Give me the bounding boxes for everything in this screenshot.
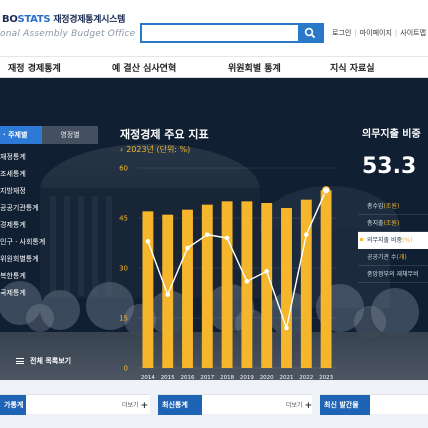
search-box[interactable] [140, 23, 324, 43]
nav-fiscal-stats[interactable]: 재정 경제통계 [8, 61, 61, 74]
chart-point [264, 269, 269, 274]
chart-bar [201, 204, 213, 368]
hero-section: · 주제별 영정별 재정통계 조세통계 지방재정 공공기관통계 경제통계 인구 … [0, 78, 428, 380]
box-statistics: 가통계 더보기 + [0, 394, 150, 415]
chart-point [304, 232, 309, 237]
indicator-item-mandatory-ratio[interactable]: 의무지출 비중(%) [358, 232, 428, 249]
box-latest-stats-title[interactable]: 최신통계 [158, 395, 202, 415]
chart-point [185, 245, 190, 251]
chevron-right-icon: › [120, 145, 124, 154]
chart-bar [221, 201, 233, 368]
chart-series-line [147, 190, 327, 331]
page-frame: BOSTATS 재정경제통계시스템 onal Assembly Budget Of… [0, 0, 428, 428]
view-all-menu-label: 전체 목록보기 [30, 357, 72, 365]
tab-by-theme[interactable]: · 주제별 [0, 126, 42, 144]
mypage-link[interactable]: 마이페이지 [360, 29, 392, 37]
nav-budget-history[interactable]: 예 결산 심사연혁 [112, 61, 176, 74]
chart-subtitle: › 2023년 (단위: %) [120, 144, 190, 155]
indicator-list: 총수입(조원) 총지출(조원) 의무지출 비중(%) 공공기관 수(개) 중앙정… [358, 198, 428, 283]
sidebar-item-local-fiscal[interactable]: 지방재정 [0, 186, 100, 203]
site-logo[interactable]: BOSTATS 재정경제통계시스템 [2, 12, 125, 25]
chart-point [284, 325, 289, 331]
indicator-title: 의무지출 비중 [362, 129, 421, 140]
search-icon [304, 27, 316, 39]
plus-icon: + [140, 401, 149, 411]
sidebar-item-committee[interactable]: 위원회별통계 [0, 254, 100, 271]
logo-stats-text: STATS [17, 14, 51, 25]
box-latest-stats-more[interactable]: 더보기 + [286, 400, 313, 411]
sidebar-item-fiscal[interactable]: 재정통계 [0, 152, 100, 169]
chart-bar [320, 190, 332, 368]
y-tick-label: 30 [119, 265, 128, 273]
bottom-section: 가통계 더보기 + 최신통계 더보기 + 최신 발간물 [0, 380, 428, 428]
y-tick-label: 15 [119, 315, 128, 323]
nav-knowledge-library[interactable]: 지식 자료실 [330, 61, 375, 74]
site-header: BOSTATS 재정경제통계시스템 onal Assembly Budget Of… [0, 0, 428, 56]
box-statistics-more[interactable]: 더보기 + [122, 400, 149, 411]
box-latest-publications: 최신 발간물 [320, 394, 428, 415]
chart-point [165, 292, 170, 297]
sidebar-item-welfare[interactable]: 복한통계 [0, 271, 100, 288]
utility-links: 로그인 | 마이페이지 | 사이트맵 [332, 29, 427, 37]
sidebar-tabs: · 주제별 영정별 [0, 126, 100, 144]
y-tick-label: 0 [124, 365, 128, 373]
box-statistics-title[interactable]: 가통계 [0, 395, 26, 415]
y-tick-label: 60 [119, 165, 128, 173]
main-navigation: 재정 경제통계 예 결산 심사연혁 위원회별 통계 지식 자료실 [0, 56, 428, 78]
sitemap-link[interactable]: 사이트맵 [400, 29, 426, 37]
indicator-value: 53.3 [362, 154, 417, 179]
sidebar-item-tax[interactable]: 조세통계 [0, 169, 100, 186]
sidebar-item-public-agency[interactable]: 공공기관통계 [0, 203, 100, 220]
indicator-item-revenue[interactable]: 총수입(조원) [358, 198, 428, 215]
indicator-item-public-agencies[interactable]: 공공기관 수(개) [358, 249, 428, 266]
chart-title: 재정경제 주요 지표 [120, 128, 209, 141]
indicator-chart: 0153045602014 2015 2016 2017 2018 2019 2020 202… [119, 165, 336, 380]
hamburger-icon [16, 358, 24, 364]
chart-bar [142, 211, 154, 368]
chart-subtitle-text: 2023년 (단위: %) [126, 145, 191, 154]
sidebar-category-list: 재정통계 조세통계 지방재정 공공기관통계 경제통계 인구 · 사회통계 위원회… [0, 152, 100, 305]
indicator-item-debt-ratio[interactable]: 중앙정부의 재채무비 [358, 266, 428, 283]
chart-bar [241, 201, 253, 368]
chart-bar [261, 203, 273, 368]
chart-point [321, 186, 331, 195]
box-latest-stats: 최신통계 더보기 + [158, 394, 313, 415]
more-label: 더보기 [286, 402, 303, 409]
logo-bo-text: BO [2, 14, 18, 25]
chart-point [145, 239, 151, 244]
chart-bar [281, 208, 292, 368]
search-button[interactable] [298, 25, 322, 41]
tab-by-area[interactable]: 영정별 [42, 126, 98, 144]
plus-icon: + [304, 401, 313, 411]
chart-bar [182, 209, 193, 368]
nav-committee-stats[interactable]: 위원회별 통계 [228, 61, 281, 74]
logo-subtitle: onal Assembly Budget Office [0, 29, 136, 39]
chart-point [224, 235, 230, 241]
chart-bar [162, 214, 174, 368]
y-tick-label: 45 [119, 215, 128, 223]
sidebar-item-international[interactable]: 국제통계 [0, 288, 100, 305]
sidebar-item-population-social[interactable]: 인구 · 사회통계 [0, 237, 100, 254]
chart-point [205, 232, 210, 237]
view-all-menu-button[interactable]: 전체 목록보기 [16, 356, 71, 366]
login-link[interactable]: 로그인 [332, 29, 351, 37]
chart-point [244, 279, 250, 284]
box-latest-publications-title[interactable]: 최신 발간물 [320, 395, 370, 415]
indicator-item-expenditure[interactable]: 총지출(조원) [358, 215, 428, 232]
sidebar-item-economy[interactable]: 경제통계 [0, 220, 100, 237]
logo-korean-name: 재정경제통계시스템 [53, 15, 126, 25]
more-label: 더보기 [122, 402, 139, 409]
